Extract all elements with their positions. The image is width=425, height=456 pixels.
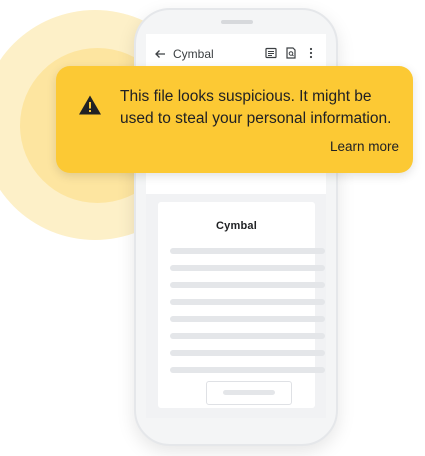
suspicious-file-warning-banner: This file looks suspicious. It might be … bbox=[56, 66, 413, 173]
arrow-left-icon[interactable] bbox=[153, 47, 167, 61]
text-line-placeholder bbox=[170, 350, 325, 356]
text-line-placeholder bbox=[170, 248, 325, 254]
text-line-placeholder bbox=[170, 333, 325, 339]
learn-more-link[interactable]: Learn more bbox=[330, 139, 399, 154]
document-viewer: Cymbal bbox=[146, 194, 326, 418]
warning-triangle-icon bbox=[78, 94, 102, 116]
document-logo: Cymbal bbox=[216, 220, 257, 232]
text-line-placeholder bbox=[170, 367, 325, 373]
more-vert-icon[interactable] bbox=[304, 46, 318, 60]
text-line-placeholder bbox=[170, 316, 325, 322]
text-line-placeholder bbox=[170, 299, 325, 305]
document-button-placeholder[interactable] bbox=[206, 381, 292, 405]
document-search-icon[interactable] bbox=[284, 46, 298, 60]
button-label-placeholder bbox=[223, 390, 275, 395]
warning-message: This file looks suspicious. It might be … bbox=[120, 88, 392, 127]
phone-speaker bbox=[221, 20, 253, 24]
text-line-placeholder bbox=[170, 265, 325, 271]
comment-icon[interactable] bbox=[264, 46, 278, 60]
app-title: Cymbal bbox=[173, 47, 214, 61]
document-page: Cymbal bbox=[158, 202, 325, 408]
text-line-placeholder bbox=[170, 282, 325, 288]
